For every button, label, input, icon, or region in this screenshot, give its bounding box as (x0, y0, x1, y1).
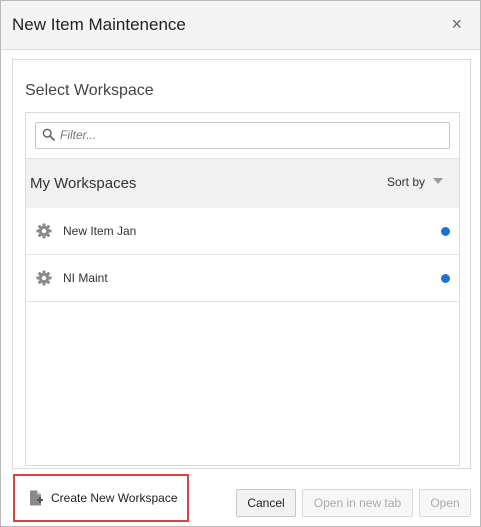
workspace-name: New Item Jan (63, 224, 137, 238)
workspace-panel: My Workspaces Sort by New Item Ja (25, 112, 460, 466)
open-in-new-tab-button[interactable]: Open in new tab (302, 489, 413, 517)
chevron-down-icon (433, 178, 443, 184)
create-new-workspace-label: Create New Workspace (51, 491, 178, 505)
workspaces-header: My Workspaces Sort by (26, 158, 459, 209)
workspace-row[interactable]: New Item Jan (26, 208, 459, 255)
sort-by-label: Sort by (386, 175, 425, 189)
section-title: Select Workspace (25, 82, 154, 99)
workspaces-title: My Workspaces (30, 175, 137, 192)
gear-icon (36, 270, 52, 286)
search-icon (42, 128, 55, 141)
dialog-titlebar: New Item Maintenence × (1, 1, 480, 50)
workspace-name: NI Maint (63, 271, 108, 285)
sort-by-dropdown[interactable]: Sort by (387, 175, 443, 189)
dialog-title: New Item Maintenence (12, 15, 186, 34)
gear-icon (36, 223, 52, 239)
open-button[interactable]: Open (419, 489, 471, 517)
cancel-button[interactable]: Cancel (236, 489, 296, 517)
filter-field[interactable] (35, 122, 450, 149)
status-dot (441, 274, 450, 283)
status-dot (441, 227, 450, 236)
new-item-maintenance-dialog: New Item Maintenence × Select Workspace … (0, 0, 481, 527)
create-new-workspace-button[interactable]: Create New Workspace (13, 474, 189, 522)
workspace-content: Select Workspace My Workspaces Sort by (12, 59, 471, 469)
workspace-row[interactable]: NI Maint (26, 255, 459, 302)
new-document-icon (30, 490, 43, 506)
filter-input[interactable] (60, 125, 440, 144)
close-icon[interactable]: × (451, 14, 462, 34)
